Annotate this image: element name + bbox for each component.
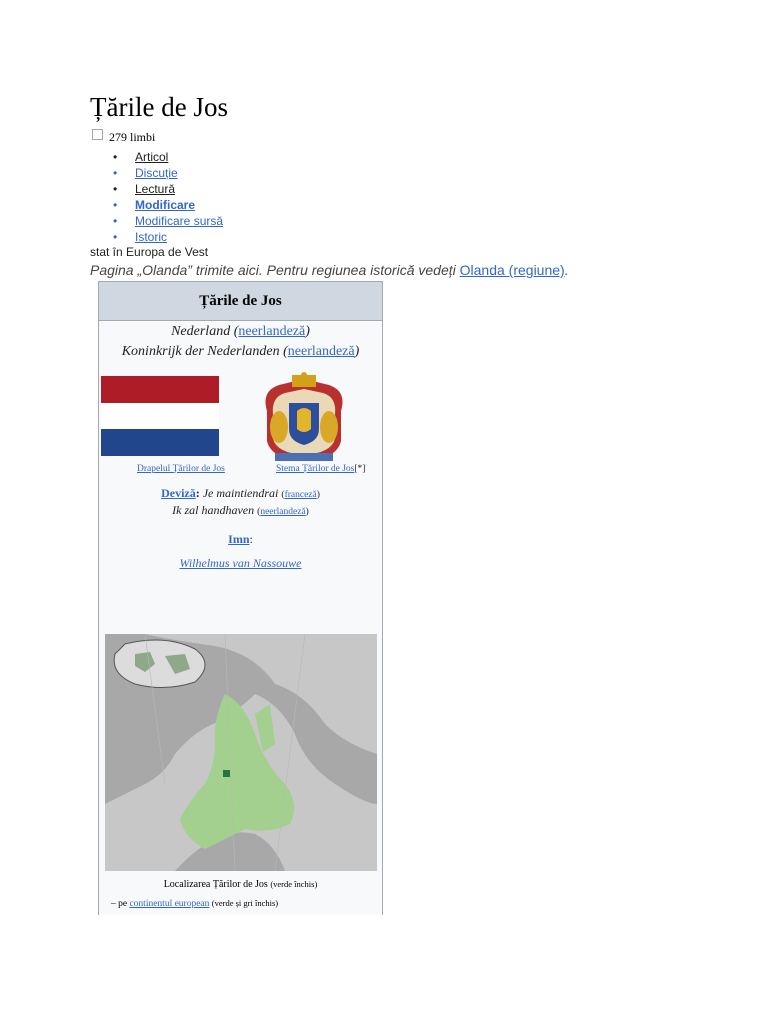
tab-article[interactable]: Articol — [110, 149, 223, 165]
hatnote-link[interactable]: Olanda (regiune) — [460, 262, 565, 278]
anthem-link[interactable]: Wilhelmus van Nassouwe — [180, 556, 302, 570]
language-count[interactable]: 279 limbi — [109, 130, 155, 144]
tab-talk[interactable]: Discuție — [110, 165, 223, 181]
anthem-label[interactable]: Imn — [228, 532, 249, 546]
tab-edit-source-label[interactable]: Modificare sursă — [135, 214, 223, 228]
hatnote: Pagina „Olanda” trimite aici. Pentru reg… — [90, 262, 569, 278]
location2-link[interactable]: continentul european — [129, 899, 209, 909]
location-caption: Localizarea Țărilor de Jos (verde închis… — [99, 879, 382, 890]
infobox: Țările de Jos Nederland (neerlandeză) Ko… — [98, 281, 383, 915]
motto2-lang[interactable]: neerlandeză — [260, 507, 305, 517]
tab-edit[interactable]: Modificare — [110, 197, 223, 213]
language-checkbox[interactable] — [92, 129, 103, 140]
page-title: Țările de Jos — [90, 92, 228, 122]
motto2-row: Ik zal handhaven (neerlandeză) — [172, 503, 309, 517]
coat-of-arms-image[interactable] — [259, 371, 349, 467]
location-caption-text: Localizarea Țărilor de Jos — [163, 879, 268, 890]
location-note: (verde închis) — [270, 879, 318, 889]
native-lang-link-2[interactable]: neerlandeză — [288, 344, 355, 359]
hatnote-text: Pagina „Olanda” trimite aici. Pentru reg… — [90, 262, 460, 278]
coat-note[interactable]: [*] — [354, 464, 365, 474]
infobox-title: Țările de Jos — [99, 282, 382, 321]
native-name-2: Koninkrijk der Nederlanden — [121, 344, 280, 359]
location2-prefix: – pe — [111, 899, 130, 909]
short-description: stat în Europa de Vest — [90, 245, 209, 259]
location-map[interactable] — [105, 634, 377, 871]
motto2-text: Ik zal handhaven — [172, 503, 255, 517]
flag-caption[interactable]: Drapelul Țărilor de Jos — [137, 464, 225, 474]
tab-read[interactable]: Lectură — [110, 181, 223, 197]
coat-caption-link[interactable]: Stema Țărilor de Jos[*] — [276, 464, 365, 474]
language-selector[interactable]: 279 limbi — [92, 129, 155, 145]
coat-caption[interactable]: Stema Țărilor de Jos — [276, 464, 354, 474]
native-name-1: Nederland — [171, 324, 231, 339]
flag-caption-link[interactable]: Drapelul Țărilor de Jos — [137, 464, 225, 474]
tab-read-label[interactable]: Lectură — [135, 182, 175, 196]
tab-history[interactable]: Istoric — [110, 229, 223, 245]
anthem-row: Imn: — [228, 532, 253, 546]
motto-label[interactable]: Deviză — [161, 486, 196, 500]
tab-talk-label[interactable]: Discuție — [135, 166, 178, 180]
motto-text: Je maintiendrai — [202, 486, 279, 500]
tab-edit-source[interactable]: Modificare sursă — [110, 213, 223, 229]
flag-image[interactable] — [101, 376, 219, 457]
tab-edit-label[interactable]: Modificare — [135, 198, 195, 212]
anthem-name-row: Wilhelmus van Nassouwe — [99, 555, 382, 572]
tab-article-label[interactable]: Articol — [135, 150, 168, 164]
motto-lang[interactable]: franceză — [285, 490, 317, 500]
page-actions-menu: Articol Discuție Lectură Modificare Modi… — [110, 149, 223, 245]
location2-note: (verde și gri închis) — [211, 898, 279, 908]
hatnote-end: . — [564, 262, 569, 278]
native-lang-link-1[interactable]: neerlandeză — [238, 324, 305, 339]
tab-history-label[interactable]: Istoric — [135, 230, 167, 244]
location-caption-2: – pe continentul european (verde și gri … — [111, 898, 278, 909]
native-name: Nederland (neerlandeză) Koninkrijk der N… — [121, 324, 360, 359]
